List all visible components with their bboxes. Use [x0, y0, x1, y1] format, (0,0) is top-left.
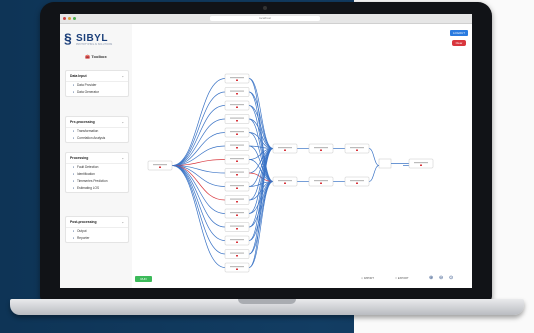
sidebar-item[interactable]: ▪ Fault Detection	[66, 164, 128, 171]
maximize-window-icon[interactable]	[73, 17, 76, 20]
transform-node[interactable]	[308, 143, 334, 154]
workflow-edge	[171, 165, 226, 241]
sidebar-section-0: Data Input ⌄ ▪ Data Provider ▪ Data Generator	[65, 70, 129, 97]
workflow-edge	[368, 165, 380, 182]
export-button[interactable]: ⇧ EXPORT	[395, 277, 409, 280]
processing-node[interactable]	[224, 73, 250, 84]
processing-node[interactable]	[224, 168, 250, 178]
sidebar-section-header[interactable]: Post-processing ⌄	[66, 217, 128, 228]
chevron-down-icon[interactable]: ⌄	[121, 71, 124, 81]
processing-node[interactable]	[224, 235, 250, 246]
merge-node[interactable]	[272, 176, 298, 187]
section-title: Pre-processing	[70, 120, 95, 124]
processing-node[interactable]	[224, 87, 250, 97]
processing-node[interactable]	[224, 249, 250, 259]
sidebar-section-header[interactable]: Data Input ⌄	[66, 71, 128, 82]
processing-node[interactable]	[224, 262, 250, 273]
output-node[interactable]	[408, 158, 434, 169]
chevron-down-icon[interactable]: ⌄	[121, 217, 124, 227]
sidebar-item[interactable]: ▪ Data Provider	[66, 82, 128, 89]
app-name: SIBYL	[76, 32, 108, 44]
junction-node[interactable]	[378, 158, 392, 169]
sibyl-logo-icon: §	[64, 30, 72, 46]
address-bar[interactable]: localhost	[210, 16, 320, 21]
sidebar-item-label: Correlation Analysis	[77, 136, 106, 140]
analysis-node[interactable]	[344, 143, 370, 154]
processing-node[interactable]	[224, 222, 250, 232]
chevron-down-icon[interactable]: ⌄	[121, 117, 124, 127]
zoom-out-icon[interactable]: ⊖	[439, 275, 443, 281]
sidebar: § SIBYL PROTOTYPING AI SOLUTIONS 🧰 Toolb…	[60, 24, 132, 288]
sidebar-item[interactable]: ▪ Estimating LOS	[66, 185, 128, 192]
logout-button[interactable]: LOGOUT	[450, 30, 468, 36]
sidebar-item[interactable]: ▪ Correlation Analysis	[66, 135, 128, 142]
transform-node[interactable]	[308, 176, 334, 187]
processing-node[interactable]	[224, 141, 250, 151]
sidebar-section-3: Post-processing ⌄ ▪ Output ▪ Reporter	[65, 216, 129, 243]
sidebar-item-label: Identification	[77, 172, 95, 176]
import-button[interactable]: ⇩ IMPORT	[361, 277, 374, 280]
sidebar-item-label: Fault Detection	[77, 165, 99, 169]
zoom-fit-icon[interactable]: ⊙	[449, 275, 453, 281]
sidebar-item[interactable]: ▪ Timeseries Prediction	[66, 178, 128, 185]
sidebar-item-label: Data Provider	[77, 83, 97, 87]
workflow-canvas[interactable]	[133, 24, 472, 288]
sidebar-item[interactable]: ▪ Reporter	[66, 235, 128, 242]
clear-button[interactable]: Clear	[452, 40, 466, 46]
browser-chrome: localhost	[60, 14, 472, 24]
section-title: Post-processing	[70, 220, 97, 224]
workflow-edge	[171, 165, 226, 255]
processing-node[interactable]	[224, 114, 250, 124]
sidebar-item[interactable]: ▪ Output	[66, 228, 128, 235]
processing-node[interactable]	[224, 195, 250, 205]
toolbox-title: 🧰 Toolbox	[85, 54, 107, 59]
sidebar-section-header[interactable]: Pre-processing ⌄	[66, 117, 128, 128]
workflow-edge	[171, 91, 226, 166]
section-title: Processing	[70, 156, 89, 160]
sidebar-section-2: Processing ⌄ ▪ Fault Detection ▪ Identificati…	[65, 152, 129, 193]
workflow-edge	[171, 165, 226, 201]
sidebar-item-label: Timeseries Prediction	[77, 179, 108, 183]
main-area: LOGOUT Clear RUN ⇩ IMPORT ⇧ EXPORT ⊕ ⊖ ⊙	[133, 24, 472, 288]
sidebar-item[interactable]: ▪ Identification	[66, 171, 128, 178]
processing-node[interactable]	[224, 208, 250, 219]
close-window-icon[interactable]	[63, 17, 66, 20]
sidebar-item-label: Output	[77, 229, 87, 233]
analysis-node[interactable]	[344, 176, 370, 187]
laptop-lid: localhost § SIBYL PROTOTYPING AI SOLUTIO…	[40, 2, 492, 302]
sidebar-section-1: Pre-processing ⌄ ▪ Transformation ▪ Correlati…	[65, 116, 129, 143]
camera-icon	[263, 6, 267, 10]
workflow-edge	[171, 118, 226, 166]
processing-node[interactable]	[224, 154, 250, 165]
zoom-in-icon[interactable]: ⊕	[429, 275, 433, 281]
processing-node[interactable]	[224, 127, 250, 138]
sidebar-item-label: Transformation	[77, 129, 99, 133]
laptop-notch	[238, 299, 296, 304]
sidebar-section-header[interactable]: Processing ⌄	[66, 153, 128, 164]
sidebar-item-label: Reporter	[77, 236, 90, 240]
chevron-down-icon[interactable]: ⌄	[121, 153, 124, 163]
workflow-edge	[171, 78, 226, 166]
workflow-edge	[171, 165, 226, 268]
merge-node[interactable]	[272, 143, 298, 154]
workflow-edge	[368, 148, 380, 166]
sidebar-item-label: Estimating LOS	[77, 186, 100, 190]
app-subtitle: PROTOTYPING AI SOLUTIONS	[76, 43, 113, 46]
sidebar-item-label: Data Generator	[77, 90, 99, 94]
processing-node[interactable]	[224, 181, 250, 192]
data-provider-node[interactable]	[147, 160, 173, 171]
sidebar-item[interactable]: ▪ Data Generator	[66, 89, 128, 96]
laptop-screen: localhost § SIBYL PROTOTYPING AI SOLUTIO…	[60, 14, 472, 288]
minimize-window-icon[interactable]	[68, 17, 71, 20]
run-button[interactable]: RUN	[135, 276, 152, 282]
processing-node[interactable]	[224, 100, 250, 111]
workflow-edge	[171, 105, 226, 166]
workflow-edge	[171, 132, 226, 166]
laptop-base	[10, 299, 524, 315]
section-title: Data Input	[70, 74, 87, 78]
sidebar-item[interactable]: ▪ Transformation	[66, 128, 128, 135]
